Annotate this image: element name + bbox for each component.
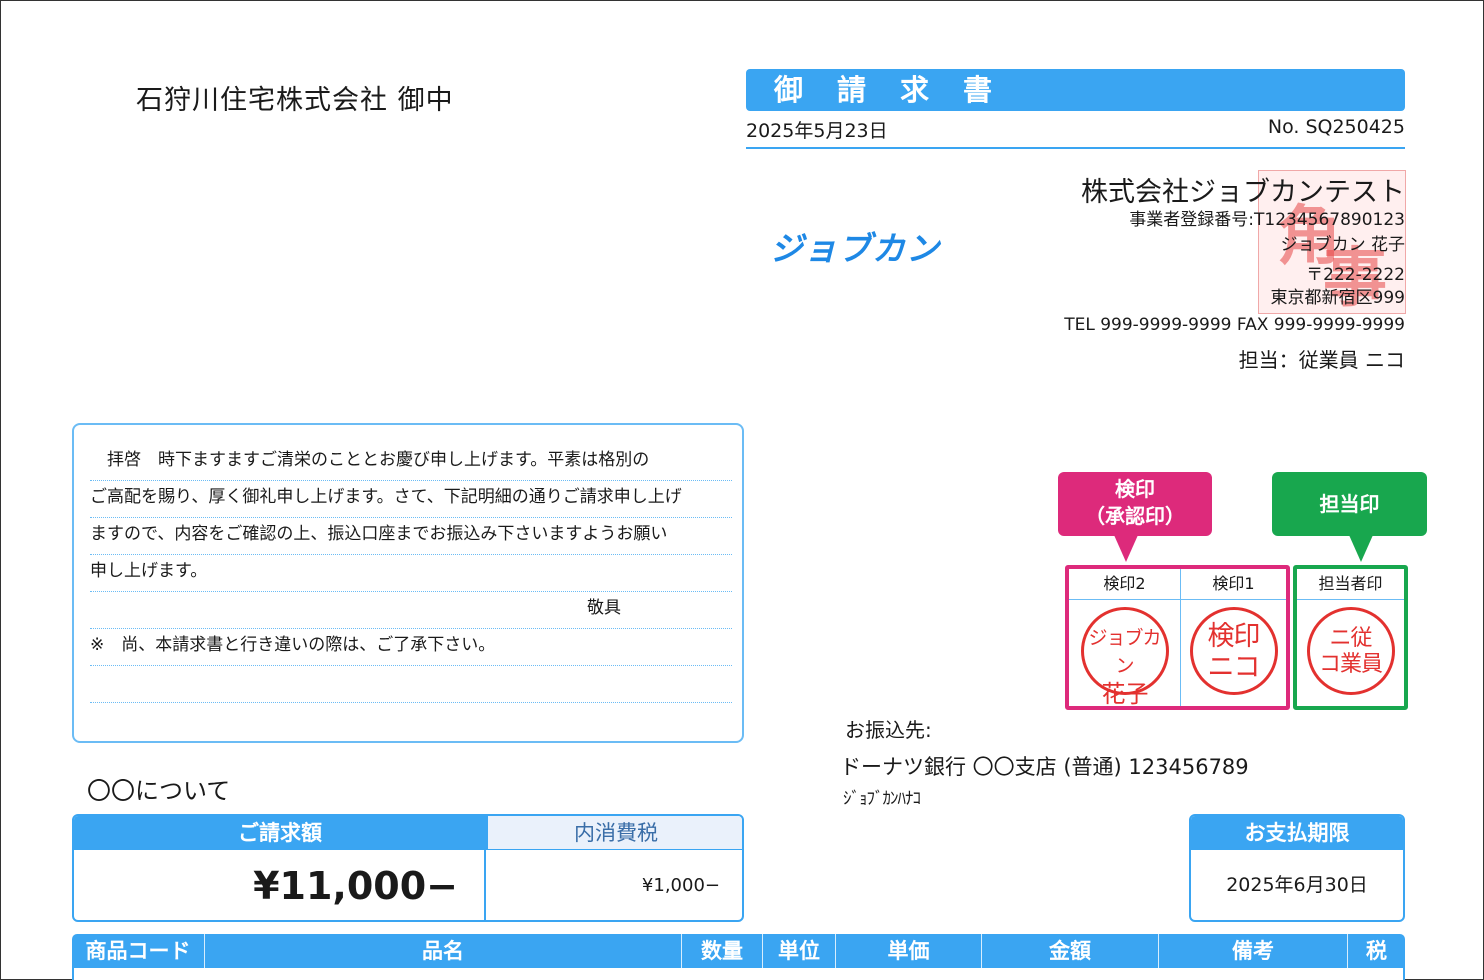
- document-title: 御請求書: [746, 69, 1405, 111]
- issuer-person: ジョブカン 花子: [1280, 235, 1405, 255]
- company-logo: ジョブカン: [770, 229, 940, 268]
- document-number: No. SQ250425: [1267, 116, 1405, 138]
- staff-stamp-group: 担当者印 ニ従 コ業員: [1293, 565, 1408, 710]
- tax-value: ¥1,000−: [641, 875, 720, 896]
- greeting-line: 拝啓 時下ますますご清栄のこととお慶び申し上げます。平素は格別の: [90, 443, 732, 481]
- issue-date: 2025年5月23日: [746, 120, 888, 142]
- total-amount-label: ご請求額: [74, 816, 486, 850]
- invoice-subject: 〇〇について: [87, 777, 231, 805]
- column-header: 数量: [701, 939, 743, 963]
- items-table-header: 商品コード 品名 数量 単位 単価 金額 備考 税: [72, 934, 1405, 980]
- seal-text: ニコ: [1207, 652, 1261, 683]
- column-header: 商品コード: [85, 939, 191, 963]
- seal-text: 花子: [1101, 680, 1149, 708]
- stamp-label: 担当者印: [1297, 569, 1404, 600]
- bank-account: ドーナツ銀行 〇〇支店 (普通) 123456789: [840, 755, 1249, 779]
- issuer-tel-fax: TEL 999-9999-9999 FAX 999-9999-9999: [1064, 315, 1405, 335]
- approval-callout-pointer: [1114, 535, 1138, 562]
- header-divider: [746, 147, 1405, 149]
- amount-box: ご請求額 内消費税 ¥11,000− ¥1,000−: [72, 814, 744, 922]
- issuer-zip: 〒222-2222: [1306, 265, 1405, 285]
- due-date-value: 2025年6月30日: [1226, 874, 1368, 896]
- stamp-cell-staff: 担当者印 ニ従 コ業員: [1297, 569, 1404, 706]
- greeting-line: ご高配を賜り、厚く御礼申し上げます。さて、下記明細の通りご請求申し上げ: [90, 480, 732, 518]
- seal-staff-niko: ニ従 コ業員: [1306, 607, 1395, 695]
- closing-word: 敬具: [587, 598, 621, 618]
- due-date-box: お支払期限 2025年6月30日: [1189, 814, 1405, 922]
- approval-callout-line: （承認印）: [1085, 504, 1185, 528]
- seal-kenin-niko: 検印 ニコ: [1189, 607, 1278, 695]
- seal-text: ニ従: [1329, 626, 1372, 651]
- seal-jobcan-hanako: ジョブカン 花子: [1080, 607, 1169, 708]
- addressee: 石狩川住宅株式会社 御中: [136, 85, 454, 116]
- stamp-label: 検印2: [1069, 569, 1180, 600]
- issuer-company-name: 株式会社ジョブカンテスト: [1081, 177, 1405, 208]
- approval-stamp-group: 検印2 ジョブカン 花子 検印1 検印 ニコ: [1065, 565, 1290, 710]
- due-date-label: お支払期限: [1191, 816, 1403, 850]
- column-header: 品名: [422, 939, 464, 963]
- greeting-box: 拝啓 時下ますますご清栄のこととお慶び申し上げます。平素は格別の ご高配を賜り、…: [72, 423, 744, 743]
- seal-text: コ業員: [1318, 652, 1383, 677]
- stamp-cell-approval2: 検印2 ジョブカン 花子: [1069, 569, 1181, 708]
- column-header: 税: [1366, 939, 1387, 963]
- column-header: 単価: [887, 939, 930, 963]
- staff-callout-pointer: [1349, 535, 1373, 562]
- account-holder-kana: ｼﾞｮﾌﾞｶﾝﾊﾅｺ: [843, 789, 921, 809]
- greeting-line: ますので、内容をご確認の上、振込口座までお振込み下さいますようお願い: [90, 517, 732, 555]
- staff-stamp-callout: 担当印: [1272, 472, 1427, 536]
- issuer-address: 東京都新宿区999: [1270, 288, 1405, 308]
- approval-callout-line: 検印: [1115, 477, 1155, 501]
- column-header: 金額: [1049, 939, 1091, 963]
- greeting-line: [90, 665, 732, 703]
- tax-label: 内消費税: [486, 816, 742, 850]
- greeting-note: ※ 尚、本請求書と行き違いの際は、ご了承下さい。: [90, 628, 732, 666]
- stamp-cell-approval1: 検印1 検印 ニコ: [1181, 569, 1286, 706]
- issuer-staff: 担当：従業員 ニコ: [1238, 348, 1405, 372]
- approval-stamp-callout: 検印 （承認印）: [1058, 472, 1212, 536]
- issuer-registration-number: 事業者登録番号:T1234567890123: [1129, 210, 1405, 230]
- column-header: 備考: [1232, 939, 1274, 963]
- column-header: 単位: [778, 939, 820, 963]
- seal-text: 検印: [1207, 621, 1261, 652]
- greeting-closing: 敬具: [90, 591, 732, 629]
- stamp-label: 検印1: [1181, 569, 1286, 600]
- items-table-body-top: [72, 968, 1405, 980]
- seal-text: ジョブカン: [1088, 627, 1161, 677]
- greeting-line: 申し上げます。: [90, 554, 732, 592]
- bank-label: お振込先:: [845, 718, 932, 742]
- total-amount-value: ¥11,000−: [74, 850, 486, 920]
